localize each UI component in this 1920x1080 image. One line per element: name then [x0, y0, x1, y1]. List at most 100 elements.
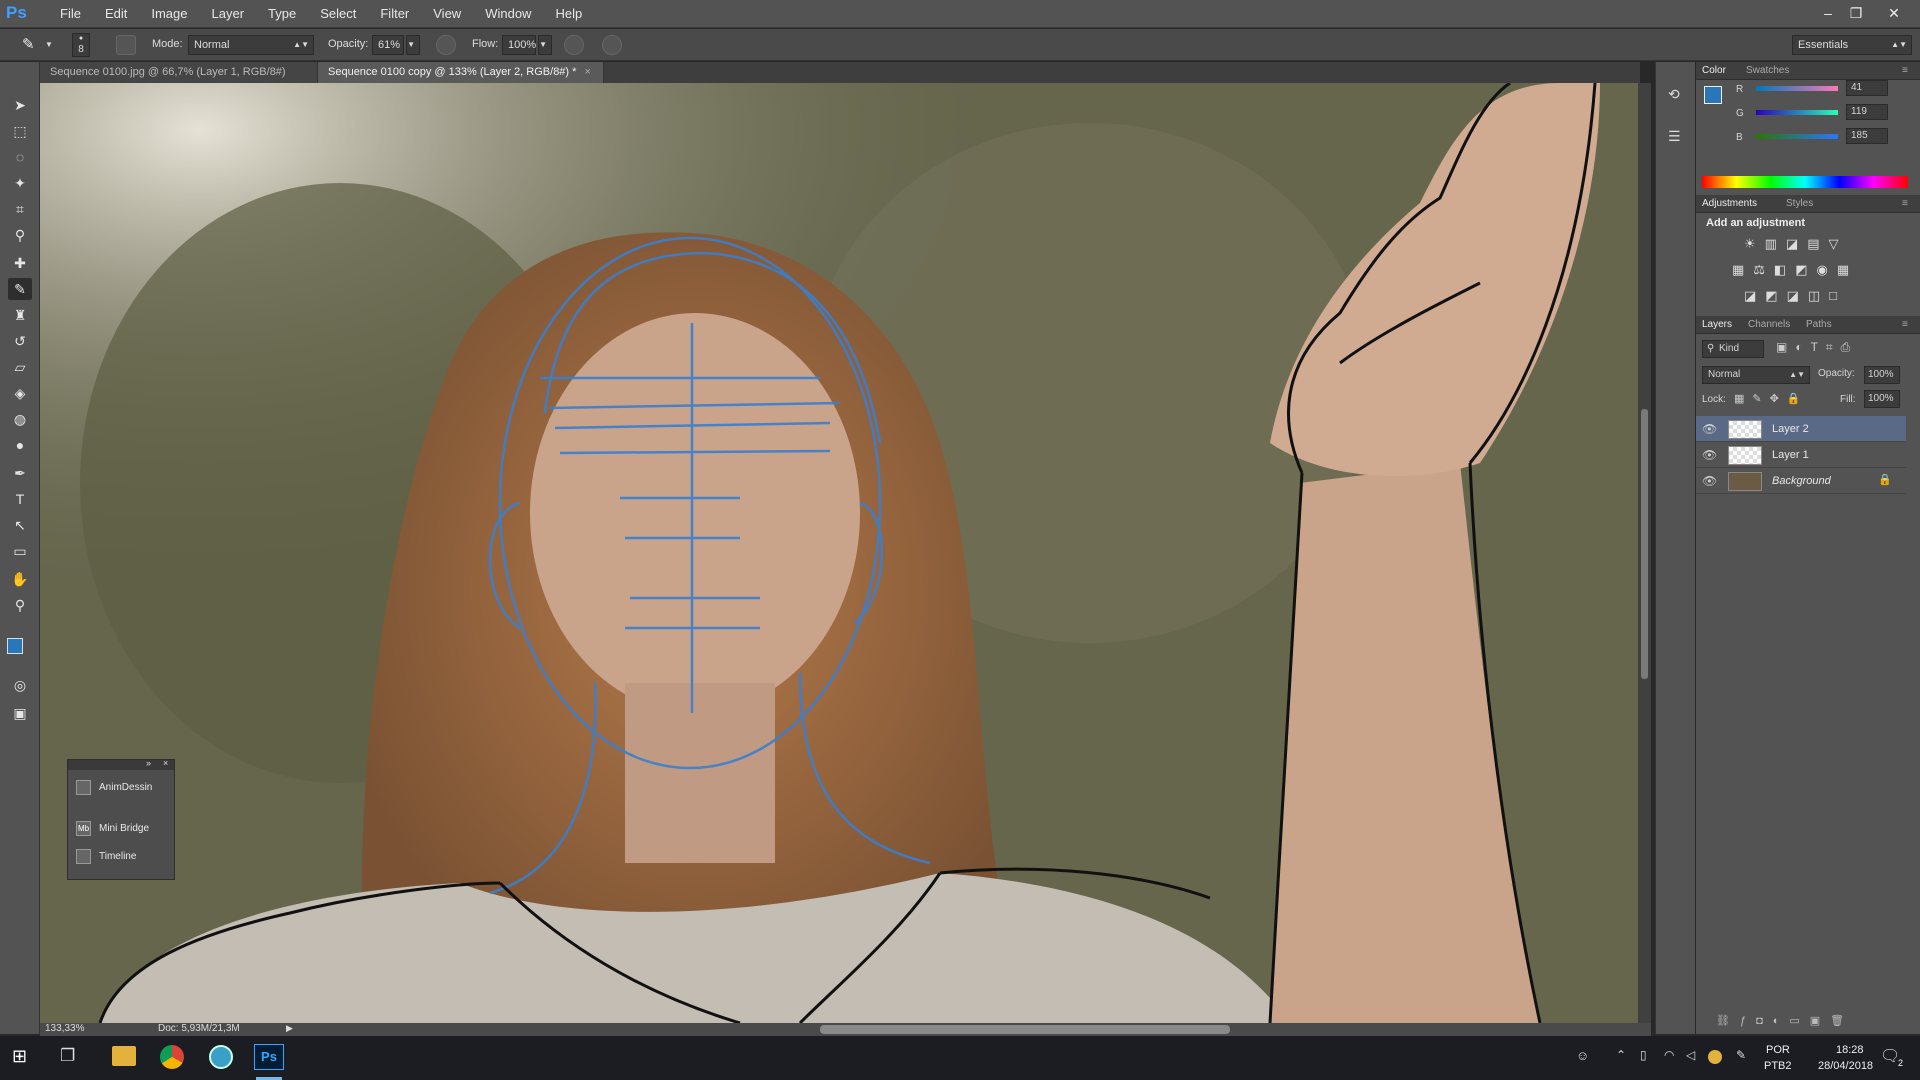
layer-row-layer-2[interactable]: 👁 Layer 2	[1696, 416, 1906, 442]
fill-input[interactable]: 100%	[1864, 390, 1900, 408]
menu-filter[interactable]: Filter	[368, 0, 421, 28]
menu-edit[interactable]: Edit	[93, 0, 139, 28]
quick-mask-icon[interactable]: ◎	[8, 674, 32, 696]
layer-row-background[interactable]: 👁 Background 🔒	[1696, 468, 1906, 494]
visibility-eye-icon[interactable]: 👁	[1702, 448, 1717, 462]
tab-paths[interactable]: Paths	[1806, 319, 1832, 330]
close-button[interactable]: ✕	[1880, 3, 1908, 23]
layer-row-layer-1[interactable]: 👁 Layer 1	[1696, 442, 1906, 468]
blend-mode-select[interactable]: Normal ▲▼	[1702, 366, 1810, 384]
path-selection-tool-icon[interactable]: ↖	[8, 514, 32, 536]
b-slider[interactable]	[1756, 134, 1838, 139]
hand-tool-icon[interactable]: ✋	[8, 568, 32, 590]
keyboard-layout[interactable]: PTB2	[1764, 1060, 1792, 1072]
zoom-tool-icon[interactable]: ⚲	[8, 594, 32, 616]
crop-tool-icon[interactable]: ⌗	[8, 198, 32, 220]
blur-tool-icon[interactable]: ◍	[8, 408, 32, 430]
windows-start-icon[interactable]: ⊞	[12, 1046, 27, 1067]
vertical-scrollbar[interactable]	[1638, 83, 1651, 1023]
adjustment-icons-row3[interactable]: ◪◩◪◫□	[1744, 288, 1864, 304]
lock-icons[interactable]: ▦✎✥🔒	[1734, 392, 1810, 406]
restore-button[interactable]: ❐	[1842, 3, 1870, 23]
menu-view[interactable]: View	[421, 0, 473, 28]
mode-select[interactable]: Normal ▲▼	[188, 35, 314, 55]
marquee-tool-icon[interactable]: ⬚	[8, 120, 32, 142]
g-input[interactable]: 119	[1846, 104, 1888, 120]
dodge-tool-icon[interactable]: ●	[8, 434, 32, 456]
layers-footer-icons[interactable]: ⛓ƒ◘◐▭▣🗑	[1716, 1014, 1906, 1028]
people-icon[interactable]: ☺	[1576, 1048, 1589, 1063]
menu-help[interactable]: Help	[543, 0, 594, 28]
task-view-icon[interactable]: ❐	[60, 1046, 75, 1066]
tab-swatches[interactable]: Swatches	[1746, 65, 1789, 76]
screen-mode-icon[interactable]: ▣	[8, 702, 32, 724]
tray-app-icon[interactable]	[1708, 1050, 1722, 1064]
foreground-color-swatch[interactable]	[7, 638, 23, 654]
color-spectrum[interactable]	[1702, 176, 1908, 188]
menu-image[interactable]: Image	[139, 0, 199, 28]
tab-layers[interactable]: Layers	[1702, 319, 1732, 330]
opacity-input[interactable]: 61%	[372, 35, 404, 55]
panel-item-mini-bridge[interactable]: Mb Mini Bridge	[76, 819, 149, 839]
workspace-select[interactable]: Essentials ▲▼	[1792, 35, 1912, 55]
pen-icon[interactable]: ✎	[1736, 1048, 1746, 1062]
eyedropper-tool-icon[interactable]: ⚲	[8, 224, 32, 246]
lasso-tool-icon[interactable]: ◌	[8, 146, 32, 168]
wifi-icon[interactable]: ◠	[1664, 1048, 1674, 1062]
healing-tool-icon[interactable]: ✚	[8, 252, 32, 274]
language-code[interactable]: POR	[1766, 1044, 1790, 1056]
visibility-eye-icon[interactable]: 👁	[1702, 474, 1717, 488]
pressure-opacity-icon[interactable]	[436, 35, 456, 55]
collapse-icon[interactable]: »	[146, 758, 151, 768]
panel-titlebar[interactable]: » ×	[68, 758, 174, 770]
pressure-size-icon[interactable]	[602, 35, 622, 55]
adjustment-icons-row1[interactable]: ☀▥◪▤▽	[1744, 236, 1864, 252]
horizontal-scroll-thumb[interactable]	[820, 1025, 1230, 1034]
menu-layer[interactable]: Layer	[200, 0, 257, 28]
g-slider[interactable]	[1756, 110, 1838, 115]
menu-file[interactable]: File	[48, 0, 93, 28]
tab-color[interactable]: Color	[1702, 65, 1726, 76]
panel-menu-icon[interactable]: ≡	[1902, 319, 1908, 330]
history-icon[interactable]: ⟲	[1668, 86, 1680, 103]
tab-sequence-0100-copy[interactable]: Sequence 0100 copy @ 133% (Layer 2, RGB/…	[318, 62, 604, 83]
adjustment-icons-row2[interactable]: ▦⚖◧◩◉▦	[1732, 262, 1882, 278]
visibility-eye-icon[interactable]: 👁	[1702, 422, 1717, 436]
clock-time[interactable]: 18:28	[1836, 1044, 1864, 1056]
tab-adjustments[interactable]: Adjustments	[1702, 198, 1757, 209]
chrome-icon[interactable]	[160, 1045, 184, 1069]
chevron-up-icon[interactable]: ⌃	[1616, 1048, 1626, 1062]
minimize-button[interactable]: –	[1814, 3, 1842, 23]
paint-bucket-tool-icon[interactable]: ◈	[8, 382, 32, 404]
properties-icon[interactable]: ☰	[1668, 128, 1681, 145]
panel-menu-icon[interactable]: ≡	[1902, 65, 1908, 76]
b-input[interactable]: 185	[1846, 128, 1888, 144]
file-explorer-icon[interactable]	[112, 1046, 136, 1066]
tab-channels[interactable]: Channels	[1748, 319, 1790, 330]
stamp-tool-icon[interactable]: ♜	[8, 304, 32, 326]
move-tool-icon[interactable]: ➤	[8, 94, 32, 116]
magic-wand-tool-icon[interactable]: ✦	[8, 172, 32, 194]
zoom-level[interactable]: 133,33%	[45, 1023, 84, 1034]
flow-input[interactable]: 100%	[502, 35, 536, 55]
opacity-dropdown[interactable]: ▼	[406, 35, 420, 55]
photoshop-taskbar-icon[interactable]: Ps	[254, 1044, 284, 1070]
brush-size-picker[interactable]: ● 8	[72, 33, 90, 57]
pen-tool-icon[interactable]: ✒	[8, 462, 32, 484]
foreground-color-swatch[interactable]	[1704, 86, 1722, 104]
scroll-thumb[interactable]	[1641, 409, 1648, 679]
close-icon[interactable]: ×	[584, 66, 590, 78]
type-tool-icon[interactable]: T	[8, 488, 32, 510]
rectangle-tool-icon[interactable]: ▭	[8, 540, 32, 562]
menu-type[interactable]: Type	[256, 0, 308, 28]
panel-menu-icon[interactable]: ≡	[1902, 198, 1908, 209]
tab-styles[interactable]: Styles	[1786, 198, 1813, 209]
panel-item-timeline[interactable]: Timeline	[76, 847, 136, 867]
close-icon[interactable]: ×	[163, 758, 168, 768]
layer-filter-select[interactable]: ⚲ Kind	[1702, 340, 1764, 358]
flow-dropdown[interactable]: ▼	[538, 35, 552, 55]
layer-opacity-input[interactable]: 100%	[1864, 366, 1900, 384]
brush-panel-icon[interactable]	[116, 35, 136, 55]
clock-date[interactable]: 28/04/2018	[1818, 1060, 1873, 1072]
brush-tool-icon[interactable]: ✎	[8, 278, 32, 300]
